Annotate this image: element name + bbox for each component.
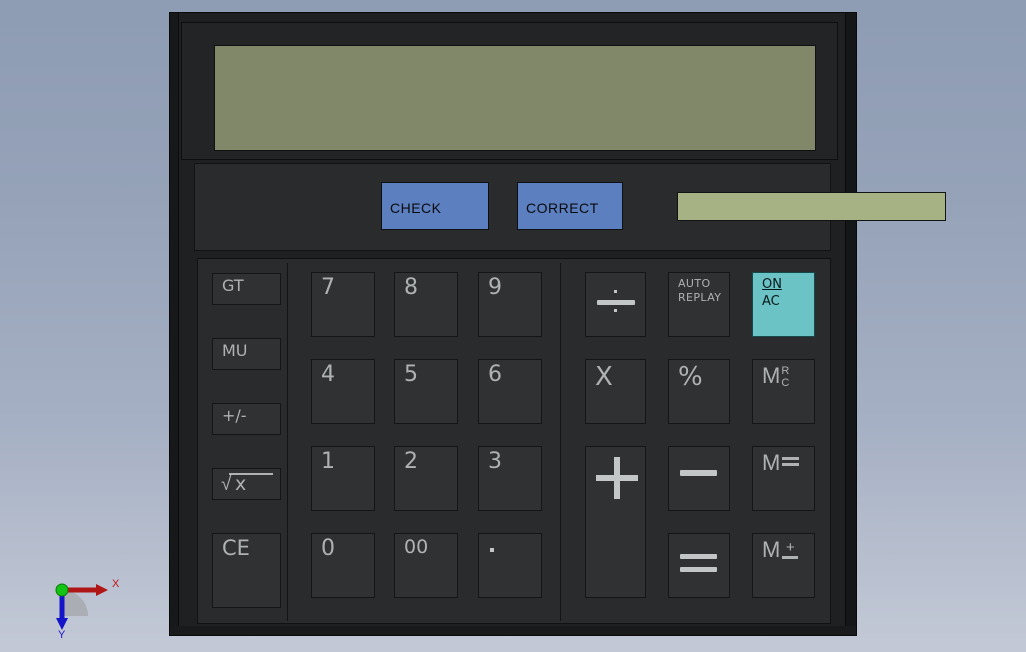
key-nine[interactable]: 9 <box>478 272 542 337</box>
x-axis-arrowhead <box>96 584 108 596</box>
plus-minus-icon: + <box>782 539 799 559</box>
key-ac-label: AC <box>762 293 780 309</box>
keypad-divider-right <box>560 263 561 621</box>
equals-bar-bottom-icon <box>680 567 717 572</box>
key-memory-plus-minus[interactable]: M + <box>752 533 815 598</box>
mem-pm-m-label: M <box>762 537 781 562</box>
keypad-enclosure: GT MU +/- √ x CE 7 8 9 4 5 6 1 2 3 0 00 … <box>197 258 831 624</box>
key-sign-toggle[interactable]: +/- <box>212 403 281 435</box>
key-one[interactable]: 1 <box>311 446 375 511</box>
key-gt-label: GT <box>222 276 244 295</box>
memory-plus-minus-glyph: M + <box>762 537 799 562</box>
key-zero-label: 0 <box>321 536 335 561</box>
mrc-c-label: C <box>781 376 790 389</box>
mrc-superscript: R C <box>781 365 790 389</box>
display-housing <box>181 22 838 160</box>
calculator-bottom-bevel <box>170 626 856 635</box>
key-auto-replay-label: AUTO REPLAY <box>678 277 722 304</box>
key-memory-equals[interactable]: M <box>752 446 815 511</box>
key-two-label: 2 <box>404 449 418 474</box>
key-on-label: ON <box>762 277 782 292</box>
upper-control-panel: CHECK CORRECT <box>194 163 946 251</box>
key-nine-label: 9 <box>488 275 502 300</box>
sqrt-overbar-icon <box>229 473 273 475</box>
key-four[interactable]: 4 <box>311 359 375 424</box>
key-mu[interactable]: MU <box>212 338 281 370</box>
calculator-3d-model: CHECK CORRECT GT MU +/- √ x CE 7 8 9 4 5… <box>169 12 946 636</box>
key-on-ac-label: ON AC <box>762 277 782 311</box>
calculator-right-bevel <box>845 13 856 635</box>
equals-bar-top-icon <box>680 554 717 559</box>
divide-bar-icon <box>597 300 635 305</box>
key-seven-label: 7 <box>321 275 335 300</box>
key-multiply[interactable]: X <box>585 359 646 424</box>
key-six-label: 6 <box>488 362 502 387</box>
key-clear-entry-label: CE <box>222 536 250 560</box>
origin-sphere <box>55 583 69 597</box>
key-three[interactable]: 3 <box>478 446 542 511</box>
x-axis-label: X <box>112 578 120 590</box>
plus-vertical-icon <box>614 457 620 499</box>
memory-equals-glyph: M <box>762 450 800 475</box>
key-zero[interactable]: 0 <box>311 533 375 598</box>
key-decimal-point[interactable] <box>478 533 542 598</box>
y-axis-label: Y <box>58 629 66 638</box>
key-percent-label: % <box>678 362 703 392</box>
key-memory-recall-clear[interactable]: M R C <box>752 359 815 424</box>
divide-dot-top-icon <box>614 290 617 293</box>
solar-cell-panel <box>677 192 946 221</box>
sqrt-radical-icon: √ <box>221 474 232 495</box>
keypad-divider-left <box>287 263 288 621</box>
key-auto-replay[interactable]: AUTO REPLAY <box>668 272 730 337</box>
key-plus[interactable] <box>585 446 646 598</box>
memory-equals-bars-icon <box>782 457 800 466</box>
key-eight[interactable]: 8 <box>394 272 458 337</box>
mem-pm-plus-label: + <box>785 539 795 556</box>
key-double-zero-label: 00 <box>404 536 429 558</box>
minus-bar-icon <box>680 470 717 476</box>
key-gt[interactable]: GT <box>212 273 281 305</box>
key-six[interactable]: 6 <box>478 359 542 424</box>
key-four-label: 4 <box>321 362 335 387</box>
cad-axis-triad: X Y <box>48 568 128 641</box>
check-button[interactable]: CHECK <box>381 182 489 230</box>
key-minus[interactable] <box>668 446 730 511</box>
axis-triad-svg: X Y <box>55 578 120 641</box>
decimal-point-icon <box>490 548 494 552</box>
memory-recall-clear-glyph: M R C <box>762 365 789 389</box>
key-eight-label: 8 <box>404 275 418 300</box>
key-mu-label: MU <box>222 341 248 360</box>
mrc-m-label: M <box>762 363 781 388</box>
key-clear-entry[interactable]: CE <box>212 533 281 608</box>
mem-eq-m-label: M <box>762 450 781 475</box>
correct-button[interactable]: CORRECT <box>517 182 623 230</box>
divide-dot-bottom-icon <box>614 309 617 312</box>
key-one-label: 1 <box>321 449 335 474</box>
calculator-left-bevel <box>170 13 179 635</box>
key-five-label: 5 <box>404 362 418 387</box>
key-two[interactable]: 2 <box>394 446 458 511</box>
key-multiply-label: X <box>595 362 613 392</box>
key-on-ac[interactable]: ON AC <box>752 272 815 337</box>
key-divide[interactable] <box>585 272 646 337</box>
key-square-root-label: x <box>235 473 247 495</box>
key-five[interactable]: 5 <box>394 359 458 424</box>
key-square-root[interactable]: √ x <box>212 468 281 500</box>
mrc-r-label: R <box>781 365 790 377</box>
key-percent[interactable]: % <box>668 359 730 424</box>
key-seven[interactable]: 7 <box>311 272 375 337</box>
key-three-label: 3 <box>488 449 502 474</box>
key-sign-toggle-label: +/- <box>222 406 247 425</box>
key-equals[interactable] <box>668 533 730 598</box>
key-double-zero[interactable]: 00 <box>394 533 458 598</box>
lcd-display-screen <box>214 45 816 151</box>
